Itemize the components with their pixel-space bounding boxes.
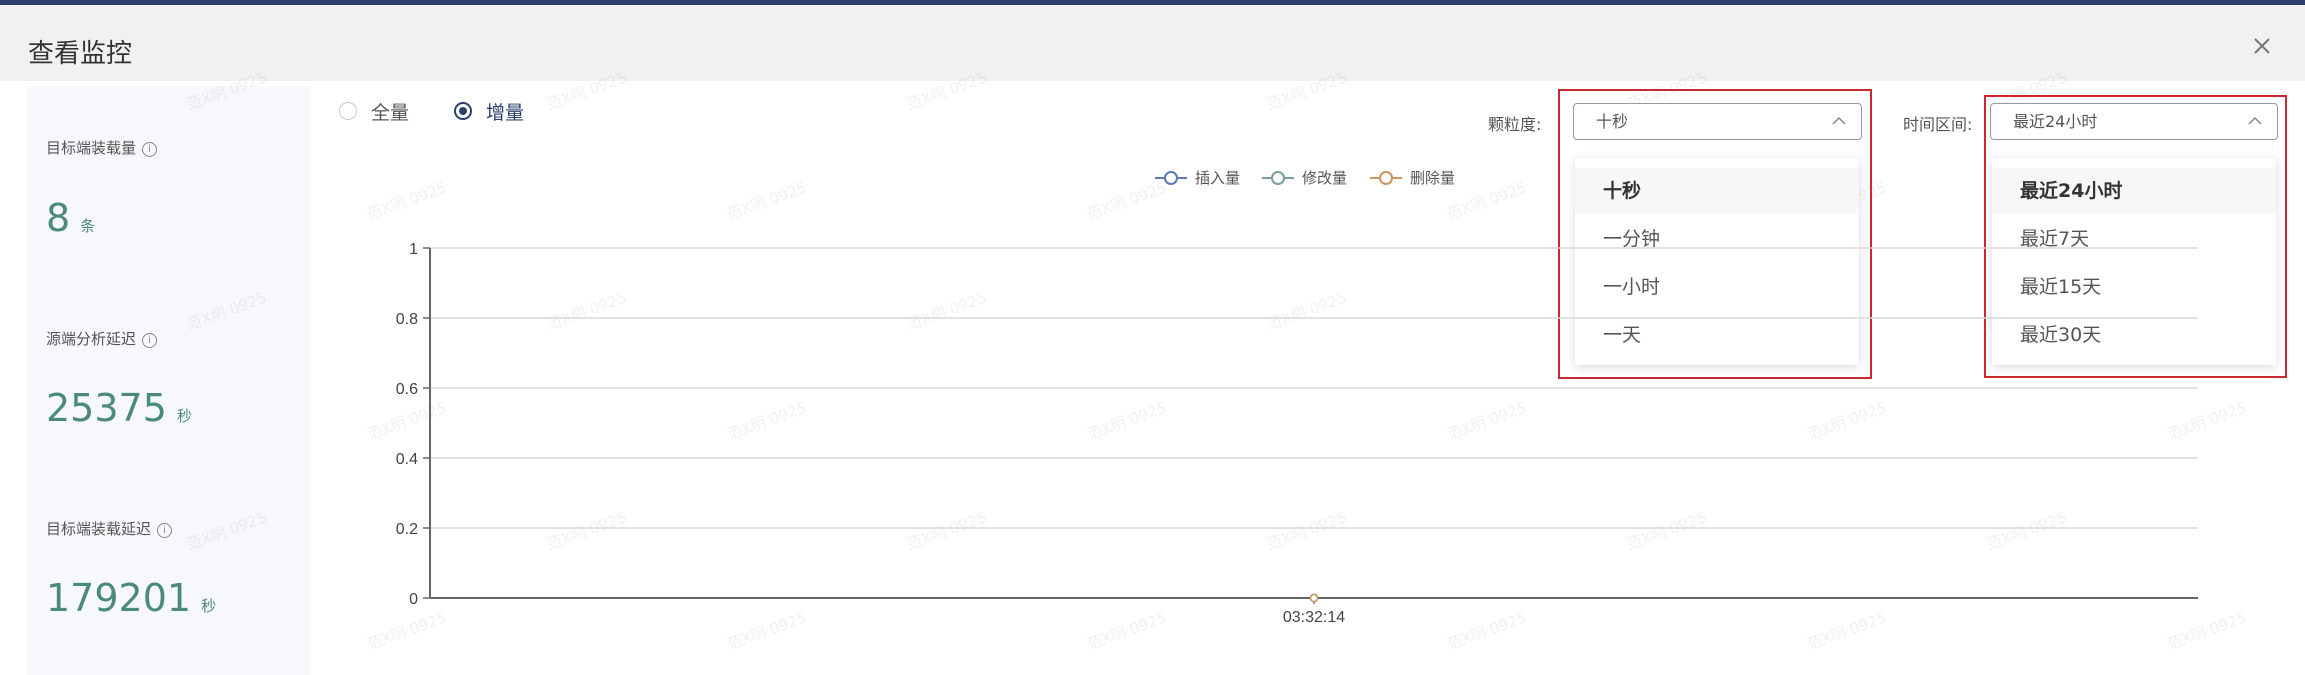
y-tick-label: 0.6 bbox=[396, 381, 418, 398]
y-tick-label: 0 bbox=[409, 591, 418, 608]
y-tick-label: 0.4 bbox=[396, 451, 418, 468]
line-chart: 0 0.2 0.4 0.6 0.8 1 03:32:14 bbox=[396, 241, 2198, 626]
y-tick-label: 0.8 bbox=[396, 311, 418, 328]
y-tick-label: 0.2 bbox=[396, 521, 418, 538]
data-point bbox=[1309, 593, 1319, 603]
x-tick-label: 03:32:14 bbox=[1283, 609, 1345, 626]
y-tick-label: 1 bbox=[409, 241, 418, 258]
